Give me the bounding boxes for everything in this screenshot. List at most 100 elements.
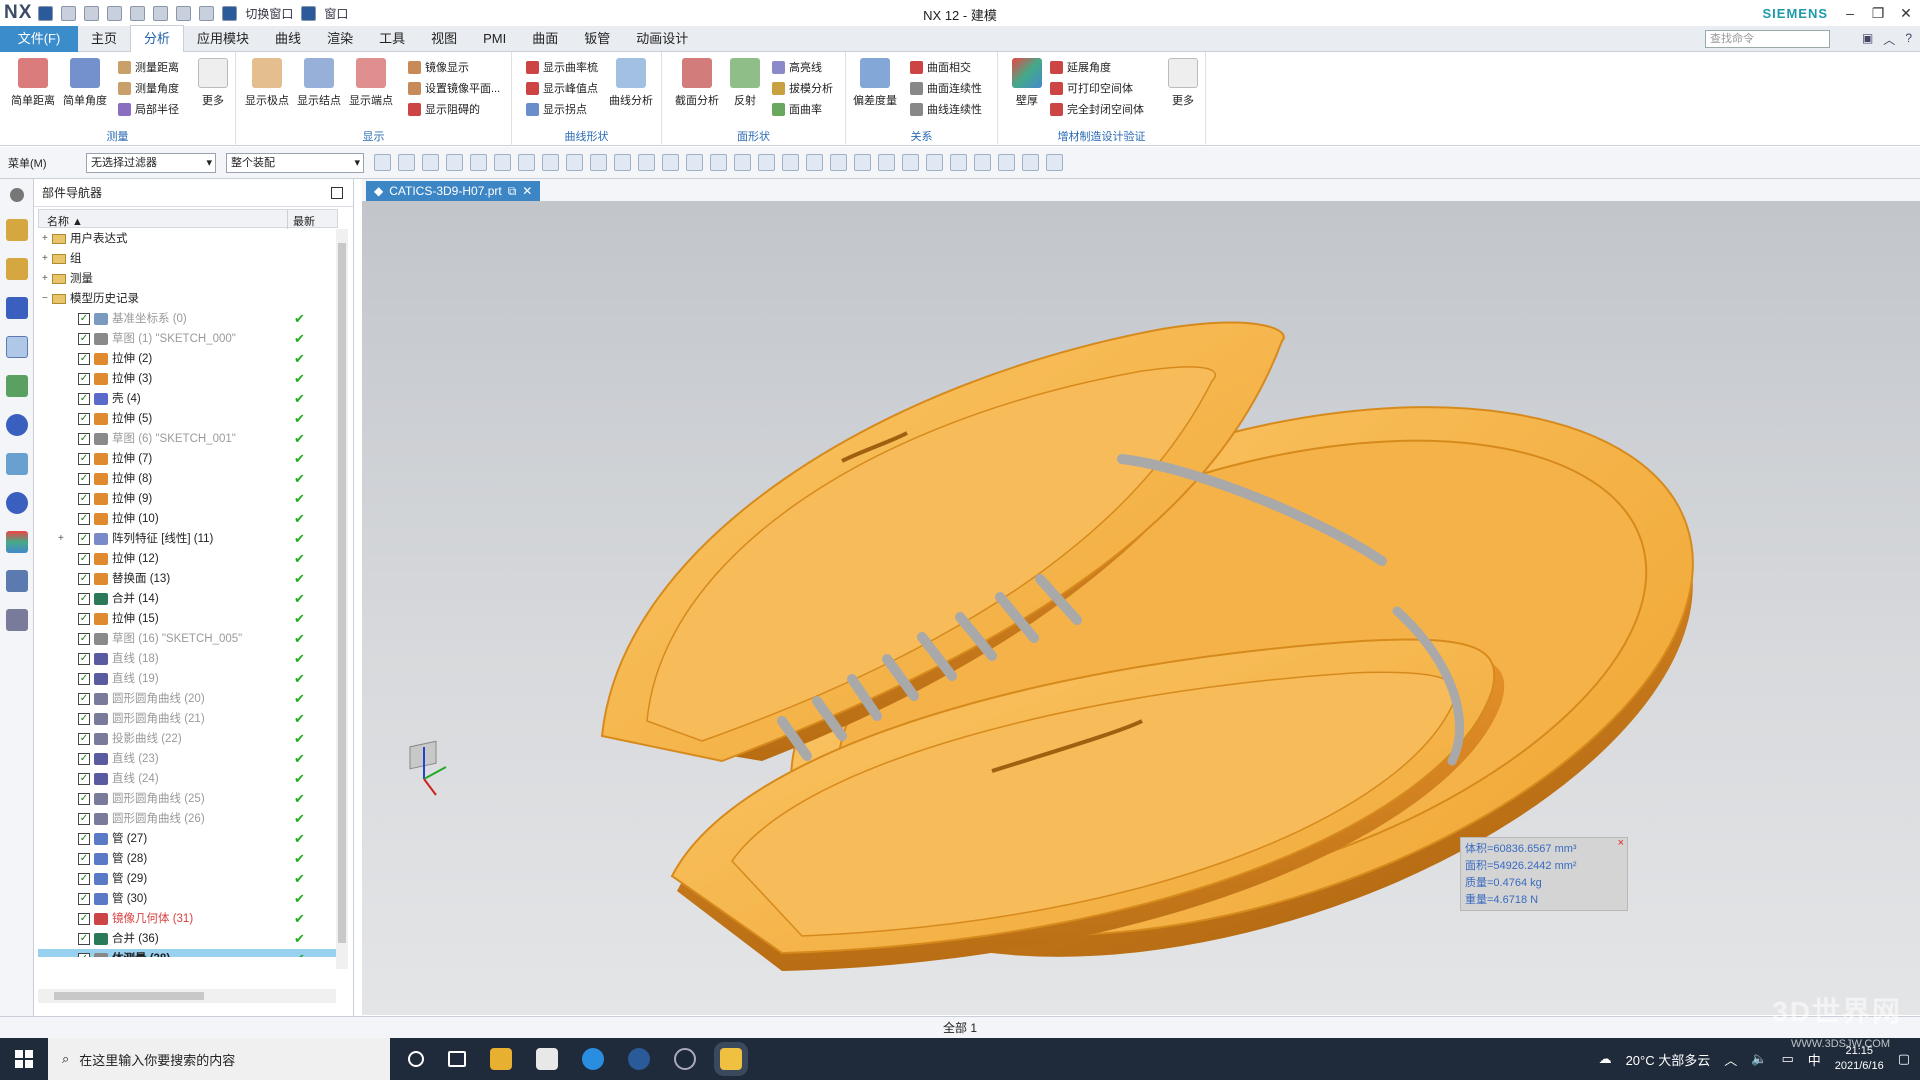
visibility-checkbox[interactable]: ✓	[78, 793, 90, 805]
visibility-checkbox[interactable]: ✓	[78, 833, 90, 845]
show-poles-button[interactable]: 显示极点	[244, 58, 290, 108]
visibility-checkbox[interactable]: ✓	[78, 493, 90, 505]
tree-feature-row[interactable]: ✓ 草图 (16) "SKETCH_005" ✔	[38, 629, 336, 649]
mirror-display-button[interactable]: 镜像显示	[408, 59, 469, 75]
tab-view[interactable]: 视图	[418, 26, 470, 52]
visibility-checkbox[interactable]: ✓	[78, 913, 90, 925]
expand-toggle-icon[interactable]: +	[58, 529, 64, 549]
switch-window-button[interactable]: 切换窗口	[245, 5, 293, 22]
line-snap-icon[interactable]	[590, 154, 607, 171]
scroll-thumb[interactable]	[54, 992, 204, 1000]
visibility-checkbox[interactable]: ✓	[78, 353, 90, 365]
measure-angle-button[interactable]: 测量角度	[118, 80, 179, 96]
tree-vertical-scrollbar[interactable]	[336, 229, 348, 969]
tree-feature-row[interactable]: ✓ 壳 (4) ✔	[38, 389, 336, 409]
tab-detach-icon[interactable]: ⧉	[508, 181, 517, 201]
visibility-checkbox[interactable]: ✓	[78, 393, 90, 405]
window-icon[interactable]	[301, 5, 317, 21]
layer-icon[interactable]	[974, 154, 991, 171]
curve-snap-icon[interactable]	[662, 154, 679, 171]
tree-feature-row[interactable]: ✓ 圆形圆角曲线 (20) ✔	[38, 689, 336, 709]
ime-indicator[interactable]: 中	[1808, 1050, 1821, 1069]
surface-continuity-button[interactable]: 曲面连续性	[910, 80, 982, 96]
paste-icon[interactable]	[153, 5, 169, 21]
simple-angle-button[interactable]: 简单角度	[62, 58, 108, 108]
snap2-icon[interactable]	[470, 154, 487, 171]
face-curvature-button[interactable]: 面曲率	[772, 101, 822, 117]
start-button[interactable]	[0, 1038, 48, 1080]
tree-feature-row[interactable]: ✓ 直线 (18) ✔	[38, 649, 336, 669]
cube-icon[interactable]	[542, 154, 559, 171]
find-command-input[interactable]: 查找命令	[1705, 30, 1830, 48]
wall-thickness-button[interactable]: 壁厚	[1004, 58, 1050, 108]
taskbar-search-box[interactable]: ⌕ 在这里输入你要搜索的内容	[48, 1038, 390, 1080]
tree-feature-row[interactable]: ✓ 合并 (36) ✔	[38, 929, 336, 949]
tree-feature-row[interactable]: ✓ 拉伸 (15) ✔	[38, 609, 336, 629]
circle-icon[interactable]	[758, 154, 775, 171]
constraint-navigator-icon[interactable]	[5, 258, 28, 280]
visibility-checkbox[interactable]: ✓	[78, 873, 90, 885]
tree-feature-row[interactable]: ✓ 体测量 (38) ✔	[38, 949, 336, 957]
help-icon[interactable]: ?	[1905, 31, 1912, 48]
history-icon[interactable]	[5, 453, 28, 475]
show-hide-icon[interactable]	[1046, 154, 1063, 171]
cortana-icon[interactable]	[408, 1051, 424, 1067]
tab-tools[interactable]: 工具	[366, 26, 418, 52]
visibility-checkbox[interactable]: ✓	[78, 653, 90, 665]
tree-feature-row[interactable]: ✓ 管 (28) ✔	[38, 849, 336, 869]
expand-toggle-icon[interactable]: −	[42, 289, 48, 309]
show-peak-points-button[interactable]: 显示峰值点	[526, 80, 598, 96]
visibility-checkbox[interactable]: ✓	[78, 313, 90, 325]
steam-icon[interactable]	[674, 1048, 696, 1070]
curve-analysis-button[interactable]: 曲线分析	[608, 58, 654, 108]
mid-point-icon[interactable]	[638, 154, 655, 171]
perpendicular-icon[interactable]	[710, 154, 727, 171]
pan-icon[interactable]	[950, 154, 967, 171]
selection-scope-dropdown[interactable]: 整个装配	[226, 152, 364, 173]
visibility-checkbox[interactable]: ✓	[78, 933, 90, 945]
point-icon[interactable]	[566, 154, 583, 171]
app-icon[interactable]	[628, 1048, 650, 1070]
tab-analysis[interactable]: 分析	[130, 25, 185, 52]
surface-intersection-button[interactable]: 曲面相交	[910, 59, 971, 75]
visibility-checkbox[interactable]: ✓	[78, 713, 90, 725]
volume-icon[interactable]: 🔈	[1751, 1051, 1767, 1067]
ribbon-options-icon[interactable]: ▣	[1862, 31, 1873, 48]
tree-feature-row[interactable]: ✓ 草图 (1) "SKETCH_000" ✔	[38, 329, 336, 349]
clock-icon[interactable]	[5, 492, 28, 514]
overhang-angle-button[interactable]: 延展角度	[1050, 59, 1111, 75]
touch-mode-icon[interactable]	[176, 5, 192, 21]
visibility-checkbox[interactable]: ✓	[78, 893, 90, 905]
assembly-navigator-icon[interactable]	[5, 219, 28, 241]
tab-home[interactable]: 主页	[78, 26, 130, 52]
expand-toggle-icon[interactable]: +	[42, 269, 48, 289]
tab-render[interactable]: 渲染	[314, 26, 366, 52]
visibility-checkbox[interactable]: ✓	[78, 533, 90, 545]
network-icon[interactable]: ▭	[1781, 1051, 1793, 1067]
tree-feature-row[interactable]: ✓ 拉伸 (10) ✔	[38, 509, 336, 529]
tab-pmi[interactable]: PMI	[470, 26, 519, 52]
visibility-checkbox[interactable]: ✓	[78, 733, 90, 745]
render-style-icon[interactable]	[998, 154, 1015, 171]
draft-analysis-button[interactable]: 拔模分析	[772, 80, 833, 96]
tree-feature-row[interactable]: + ✓ 阵列特征 [线性] (11) ✔	[38, 529, 336, 549]
tree-feature-row[interactable]: ✓ 圆形圆角曲线 (26) ✔	[38, 809, 336, 829]
tree-feature-row[interactable]: ✓ 直线 (23) ✔	[38, 749, 336, 769]
cut-icon[interactable]	[107, 5, 123, 21]
close-icon[interactable]: ✕	[1892, 0, 1920, 26]
window-menu-button[interactable]: 窗口	[324, 5, 348, 22]
set-mirror-plane-button[interactable]: 设置镜像平面...	[408, 80, 500, 96]
tree-folder-row[interactable]: + 用户表达式	[38, 229, 336, 249]
tree-feature-row[interactable]: ✓ 拉伸 (5) ✔	[38, 409, 336, 429]
highlight-lines-button[interactable]: 高亮线	[772, 59, 822, 75]
visibility-checkbox[interactable]: ✓	[78, 553, 90, 565]
tree-feature-row[interactable]: ✓ 圆形圆角曲线 (25) ✔	[38, 789, 336, 809]
tab-curve[interactable]: 曲线	[262, 26, 314, 52]
system-materials-icon[interactable]	[5, 531, 28, 553]
store-icon[interactable]	[536, 1048, 558, 1070]
enclosed-volume-button[interactable]: 完全封闭空间体	[1050, 101, 1144, 117]
visibility-checkbox[interactable]: ✓	[78, 433, 90, 445]
expand-toggle-icon[interactable]: +	[42, 229, 48, 249]
visibility-checkbox[interactable]: ✓	[78, 773, 90, 785]
visibility-checkbox[interactable]: ✓	[78, 473, 90, 485]
